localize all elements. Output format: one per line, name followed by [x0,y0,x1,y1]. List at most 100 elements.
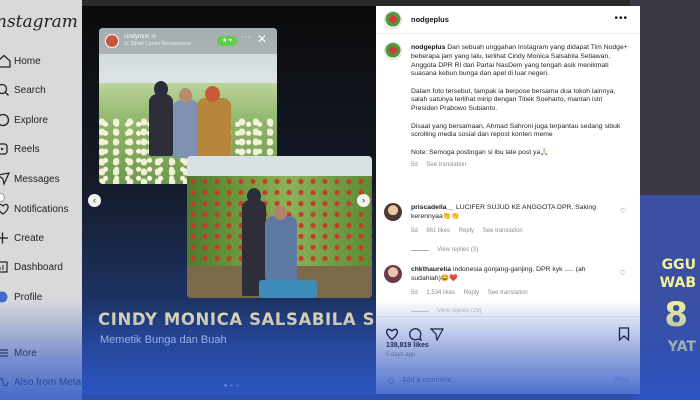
caption-avatar[interactable] [384,42,402,60]
save-bookmark-icon[interactable] [618,327,630,341]
like-comment-heart-icon[interactable]: ♡ [620,269,626,277]
story-more-icon: ⋯ [241,32,251,43]
commenter-avatar[interactable] [384,265,402,283]
media-caption-title: CINDY MONICA SALSABILA SETIAWAN [98,310,376,329]
sidebar-item-notifications[interactable]: Notifications [0,199,82,219]
story-close-icon: ✕ [257,32,268,46]
view-replies-label: View replies (29) [437,308,482,314]
likes-count[interactable]: 138,819 likes [386,342,429,349]
next-arrow-icon[interactable]: › [357,194,370,207]
sidebar-nav: nstagram Home Search Explore Reels Messa… [0,0,82,400]
sidebar-item-label: Profile [14,291,43,303]
previous-arrow-icon[interactable]: ‹ [88,194,101,207]
see-translation-link[interactable]: See translation [426,162,466,168]
sidebar-item-explore[interactable]: Explore [0,110,82,130]
view-replies-button[interactable]: View replies (29) [411,308,482,314]
sidebar-item-label: More [14,347,37,359]
background-poster: GGU WAB 8 YAT [636,195,700,400]
sidebar-item-create[interactable]: Create [0,228,82,248]
sidebar-item-label: Messages [14,173,60,185]
instagram-logo[interactable]: nstagram [0,12,78,32]
sidebar-item-label: Create [14,232,45,244]
view-replies-label: View replies (3) [437,247,479,253]
see-translation-link[interactable]: See translation [488,290,528,296]
plus-icon [0,232,8,244]
person-middle [173,100,199,158]
like-comment-heart-icon[interactable]: ♡ [620,207,626,215]
post-details-panel: nodgeplus ••• nodgeplus Dari sebuah ungg… [376,6,640,394]
compass-icon [0,113,10,127]
story-avatar [105,34,119,48]
comment-age: 5d [411,290,418,296]
post-media[interactable]: cindymnc 4h Jl. Street Corner Renaissanc… [82,6,376,394]
commenter-avatar[interactable] [384,203,402,221]
messages-icon [0,172,11,186]
carousel-dot [224,384,227,387]
sidebar-item-label: Home [14,55,41,67]
sidebar-item-label: Reels [14,143,40,155]
post-comment-button[interactable]: Post [615,377,630,384]
media-caption-subtitle: Memetik Bunga dan Buah [100,334,227,346]
sidebar-item-profile[interactable]: Profile [0,287,82,307]
add-comment-input[interactable] [402,377,582,384]
view-replies-button[interactable]: View replies (3) [411,247,478,253]
story-header: cindymnc 4h Jl. Street Corner Renaissanc… [99,28,277,54]
person-left-head [247,188,261,204]
carousel-dots [224,384,239,387]
caption-paragraph: Note: Semoga postingan si ibu late post … [411,148,549,156]
caption-paragraph: Disaat yang bersamaan, Ahmad Sahroni jug… [411,122,621,139]
home-icon [0,54,11,68]
poster-text: 8 [664,295,688,335]
commenter-username[interactable]: priscadella__ [411,204,454,211]
like-heart-icon[interactable] [385,327,399,341]
comment-likes[interactable]: 861 likes [426,228,450,234]
sidebar-item-search[interactable]: Search [0,80,82,100]
sidebar-item-also-from-meta[interactable]: Also from Meta [0,372,82,392]
share-send-icon[interactable] [430,327,444,341]
sidebar-item-dashboard[interactable]: Dashboard [0,257,82,277]
sidebar-item-reels[interactable]: Reels [0,139,82,159]
replies-line [411,310,429,312]
person-middle-head [179,88,192,103]
orchard-photo-image [187,156,372,298]
replies-line [411,249,429,251]
see-translation-link[interactable]: See translation [483,228,523,234]
reply-link[interactable]: Reply [464,290,479,296]
caption-age: 5d [411,161,418,168]
comment-bubble-icon[interactable] [408,327,422,341]
caption-text: nodgeplus Dari sebuah unggahan Instagram… [411,44,631,170]
sidebar-item-label: Dashboard [14,261,63,273]
meta-icon [0,377,9,387]
sidebar-item-more[interactable]: More [0,343,82,363]
sidebar-item-label: Explore [14,114,48,126]
person-right-head [205,86,220,102]
carousel-dot [236,384,239,387]
author-avatar[interactable] [384,10,402,29]
sidebar-item-messages[interactable]: Messages [0,169,82,189]
caption-username[interactable]: nodgeplus [411,44,445,51]
more-options-icon[interactable]: ••• [614,13,628,24]
caption-paragraph: Dalam foto tersebut, tampak ia berpose b… [411,87,616,113]
story-user-block: cindymnc 4h Jl. Street Corner Renaissanc… [124,34,191,48]
heart-icon [0,203,9,215]
poster-text: GGU [661,257,696,273]
author-username[interactable]: nodgeplus [411,15,449,24]
sidebar-item-label: Search [14,84,46,96]
post-header: nodgeplus ••• [376,6,640,34]
menu-icon [0,349,8,357]
person-right-head [274,206,287,220]
story-location: Jl. Street Corner Renaissance [124,41,191,47]
sidebar-item-home[interactable]: Home [0,51,82,71]
story-pill-icon: ★ ▾ [217,36,237,46]
story-username: cindymnc [124,34,150,40]
poster-text: WAB [659,275,696,291]
reply-link[interactable]: Reply [459,228,474,234]
commenter-username[interactable]: chkthaurelia [411,266,451,273]
comment-meta: 5d 1,534 likes Reply See translation [411,290,535,296]
comment-text: chkthaurelia indonesia gonjang-ganjing, … [411,266,611,284]
story-time: 4h [151,34,157,40]
emoji-icon[interactable]: ☺ [386,376,396,387]
add-comment-bar: ☺ Post [376,368,640,394]
comment-likes[interactable]: 1,534 likes [426,290,455,296]
sidebar-item-label: Notifications [14,203,69,215]
